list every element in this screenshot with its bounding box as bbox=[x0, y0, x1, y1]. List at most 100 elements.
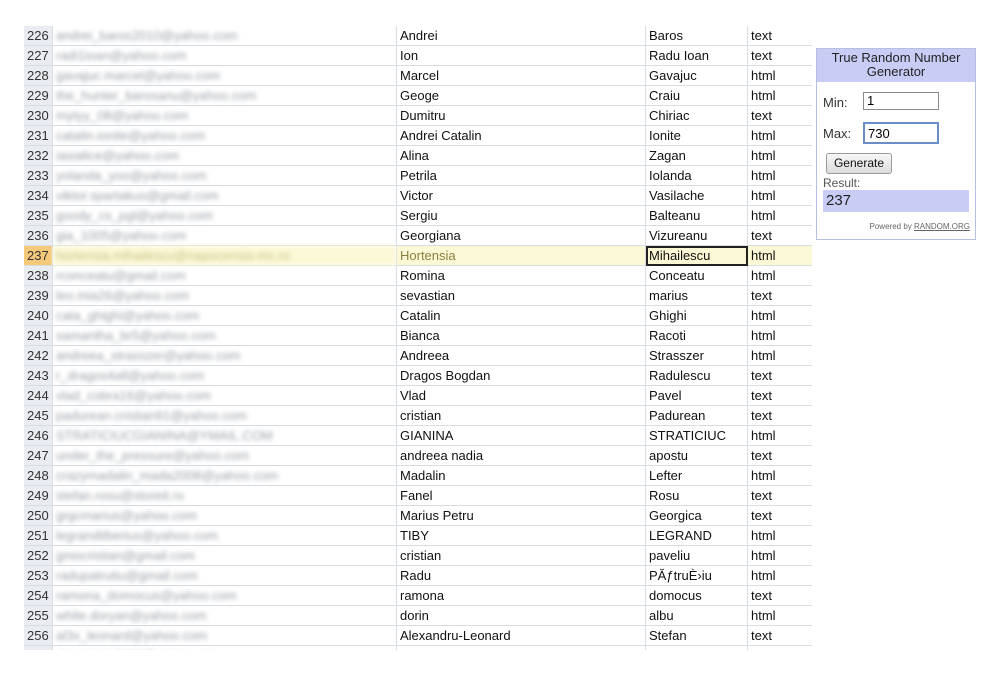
row-number[interactable]: 242 bbox=[24, 345, 53, 366]
last-name-cell[interactable]: Zagan bbox=[645, 145, 748, 166]
format-cell[interactable]: html bbox=[747, 125, 812, 146]
format-cell[interactable]: html bbox=[747, 205, 812, 226]
email-cell[interactable]: crazymadalin_mada2008@yahoo.com bbox=[52, 465, 397, 486]
last-name-cell[interactable]: Baros bbox=[645, 26, 748, 46]
first-name-cell[interactable]: ramona bbox=[396, 585, 646, 606]
last-name-cell[interactable]: albu bbox=[645, 605, 748, 626]
last-name-cell[interactable]: Olt bbox=[645, 645, 748, 650]
email-cell[interactable]: rconceatu@gmail.com bbox=[52, 265, 397, 286]
format-cell[interactable]: html bbox=[747, 85, 812, 106]
format-cell[interactable]: html bbox=[747, 425, 812, 446]
email-cell[interactable]: gia_1005@yahoo.com bbox=[52, 225, 397, 246]
email-cell[interactable]: iasialice@yahoo.com bbox=[52, 145, 397, 166]
email-cell[interactable]: under_the_pressure@yahoo.com bbox=[52, 445, 397, 466]
email-cell[interactable]: padurean.cristian91@yahoo.com bbox=[52, 405, 397, 426]
format-cell[interactable]: html bbox=[747, 565, 812, 586]
last-name-cell[interactable]: Racoti bbox=[645, 325, 748, 346]
format-cell[interactable]: text bbox=[747, 585, 812, 606]
row-number[interactable]: 257 bbox=[24, 645, 53, 650]
first-name-cell[interactable]: Petrila bbox=[396, 165, 646, 186]
row-number[interactable]: 255 bbox=[24, 605, 53, 626]
email-cell[interactable]: viktor.spartakus@gmail.com bbox=[52, 185, 397, 206]
format-cell[interactable]: text bbox=[747, 505, 812, 526]
last-name-cell[interactable]: Craiu bbox=[645, 85, 748, 106]
first-name-cell[interactable]: Victor bbox=[396, 185, 646, 206]
email-cell[interactable]: radupatrutiu@gmail.com bbox=[52, 565, 397, 586]
first-name-cell[interactable]: Alina bbox=[396, 145, 646, 166]
first-name-cell[interactable]: Daniel bbox=[396, 645, 646, 650]
email-cell[interactable]: yolanda_yoo@yahoo.com bbox=[52, 165, 397, 186]
format-cell[interactable]: text bbox=[747, 105, 812, 126]
row-number[interactable]: 237 bbox=[24, 245, 53, 266]
min-input[interactable] bbox=[863, 92, 939, 110]
first-name-cell[interactable]: cristian bbox=[396, 405, 646, 426]
row-number[interactable]: 249 bbox=[24, 485, 53, 506]
format-cell[interactable]: text bbox=[747, 225, 812, 246]
row-number[interactable]: 246 bbox=[24, 425, 53, 446]
last-name-cell[interactable]: Vizureanu bbox=[645, 225, 748, 246]
email-cell[interactable]: leo.mia26@yahoo.com bbox=[52, 285, 397, 306]
format-cell[interactable]: text bbox=[747, 485, 812, 506]
last-name-cell[interactable]: Radu Ioan bbox=[645, 45, 748, 66]
row-number[interactable]: 239 bbox=[24, 285, 53, 306]
last-name-cell[interactable]: Vasilache bbox=[645, 185, 748, 206]
email-cell[interactable]: STRATICIUCGIANINA@YMAIL.COM bbox=[52, 425, 397, 446]
row-number[interactable]: 231 bbox=[24, 125, 53, 146]
last-name-cell[interactable]: domocus bbox=[645, 585, 748, 606]
email-cell[interactable]: al3x_leonard@yahoo.com bbox=[52, 625, 397, 646]
row-number[interactable]: 244 bbox=[24, 385, 53, 406]
first-name-cell[interactable]: Ion bbox=[396, 45, 646, 66]
last-name-cell[interactable]: Rosu bbox=[645, 485, 748, 506]
format-cell[interactable]: text bbox=[747, 45, 812, 66]
last-name-cell[interactable]: Radulescu bbox=[645, 365, 748, 386]
format-cell[interactable]: html bbox=[747, 165, 812, 186]
format-cell[interactable]: html bbox=[747, 525, 812, 546]
email-cell[interactable]: hortensia.mihailescu@napocensis-mc.ro bbox=[52, 245, 397, 266]
last-name-cell[interactable]: STRATICIUC bbox=[645, 425, 748, 446]
first-name-cell[interactable]: Fanel bbox=[396, 485, 646, 506]
first-name-cell[interactable]: dorin bbox=[396, 605, 646, 626]
first-name-cell[interactable]: Alexandru-Leonard bbox=[396, 625, 646, 646]
format-cell[interactable]: text bbox=[747, 645, 812, 650]
first-name-cell[interactable]: Madalin bbox=[396, 465, 646, 486]
email-cell[interactable]: r_dragos4all@yahoo.com bbox=[52, 365, 397, 386]
last-name-cell[interactable]: Balteanu bbox=[645, 205, 748, 226]
last-name-cell[interactable]: Pavel bbox=[645, 385, 748, 406]
row-number[interactable]: 235 bbox=[24, 205, 53, 226]
first-name-cell[interactable]: Dumitru bbox=[396, 105, 646, 126]
last-name-cell[interactable]: Strasszer bbox=[645, 345, 748, 366]
last-name-cell[interactable]: paveliu bbox=[645, 545, 748, 566]
email-cell[interactable]: andreea_strasszer@yahoo.com bbox=[52, 345, 397, 366]
email-cell[interactable]: samantha_br5@yahoo.com bbox=[52, 325, 397, 346]
first-name-cell[interactable]: Georgiana bbox=[396, 225, 646, 246]
format-cell[interactable]: text bbox=[747, 445, 812, 466]
last-name-cell[interactable]: Lefter bbox=[645, 465, 748, 486]
first-name-cell[interactable]: Andrei bbox=[396, 26, 646, 46]
row-number[interactable]: 227 bbox=[24, 45, 53, 66]
format-cell[interactable]: html bbox=[747, 605, 812, 626]
row-number[interactable]: 234 bbox=[24, 185, 53, 206]
row-number[interactable]: 228 bbox=[24, 65, 53, 86]
first-name-cell[interactable]: TIBY bbox=[396, 525, 646, 546]
random-org-link[interactable]: RANDOM.ORG bbox=[914, 222, 970, 231]
generate-button[interactable]: Generate bbox=[826, 153, 892, 174]
first-name-cell[interactable]: Sergiu bbox=[396, 205, 646, 226]
format-cell[interactable]: html bbox=[747, 265, 812, 286]
email-cell[interactable]: cata_ghighi@yahoo.com bbox=[52, 305, 397, 326]
first-name-cell[interactable]: Vlad bbox=[396, 385, 646, 406]
max-input[interactable] bbox=[863, 122, 939, 144]
email-cell[interactable]: ramona_domocus@yahoo.com bbox=[52, 585, 397, 606]
email-cell[interactable]: grgcmarius@yahoo.com bbox=[52, 505, 397, 526]
first-name-cell[interactable]: Bianca bbox=[396, 325, 646, 346]
row-number[interactable]: 229 bbox=[24, 85, 53, 106]
format-cell[interactable]: text bbox=[747, 385, 812, 406]
row-number[interactable]: 256 bbox=[24, 625, 53, 646]
last-name-cell[interactable]: marius bbox=[645, 285, 748, 306]
email-cell[interactable]: white.doryan@yahoo.com bbox=[52, 605, 397, 626]
email-cell[interactable]: mytyy_08@yahoo.com bbox=[52, 105, 397, 126]
row-number[interactable]: 252 bbox=[24, 545, 53, 566]
row-number[interactable]: 241 bbox=[24, 325, 53, 346]
last-name-cell[interactable]: PĂƒtruÈ›iu bbox=[645, 565, 748, 586]
email-cell[interactable]: gmocristian@gmail.com bbox=[52, 545, 397, 566]
last-name-cell[interactable]: Iolanda bbox=[645, 165, 748, 186]
